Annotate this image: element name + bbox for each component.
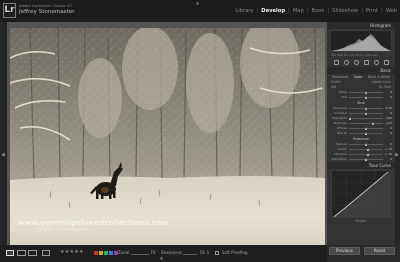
adjustment-brush-icon[interactable] [383, 60, 389, 65]
rating-stars[interactable]: ★★★★★ [60, 249, 84, 255]
identity-bar: ▲ Lr Adobe Lightroom Classic CC Jeffrey … [0, 0, 400, 22]
slider-track[interactable] [349, 132, 383, 135]
lightroom-logo: Lr [3, 3, 16, 18]
slider-handle[interactable] [364, 107, 367, 110]
slider-value[interactable]: 0 [390, 131, 392, 136]
slider-value[interactable]: 0 [390, 95, 392, 100]
slider-handle[interactable] [367, 153, 370, 156]
develop-right-panel: Histogram ISO 400 65 mm f/5.6 1/250 sec … [327, 22, 395, 245]
tone-curve-footer: Region [327, 219, 395, 224]
module-picker: Library | Develop | Map | Book | Slideshow | … [234, 8, 398, 14]
histogram[interactable] [330, 30, 392, 52]
slider-label: Tint [341, 95, 347, 99]
collapse-right-panel-icon[interactable]: ▶ [395, 152, 399, 158]
slider-track[interactable] [349, 153, 383, 156]
histogram-header[interactable]: Histogram [327, 22, 395, 29]
sharpness-value: Fill 1 [200, 250, 210, 255]
photo-dog-in-snowy-forest[interactable]: www.yarnridgebreedcollections.com Jeffre… [10, 28, 325, 260]
slider-handle[interactable] [367, 148, 370, 151]
slider-track[interactable] [349, 127, 383, 130]
bottom-toolbar: ★★★★★ Zoom Fit Sharpness Fill 1 Soft Pro… [0, 245, 327, 262]
spot-removal-icon[interactable] [343, 60, 349, 65]
loupe-view-button[interactable] [6, 250, 14, 256]
survey-button[interactable] [42, 250, 50, 256]
basic-header[interactable]: Basic [327, 67, 395, 74]
tone-curve-plot [332, 171, 390, 218]
slider-track[interactable] [349, 143, 383, 146]
previous-button[interactable]: Previous [329, 247, 360, 255]
slider-handle[interactable] [364, 143, 367, 146]
slider-handle[interactable] [364, 158, 367, 161]
module-slideshow[interactable]: Slideshow [331, 8, 359, 14]
slider-track[interactable] [349, 122, 383, 125]
image-canvas[interactable]: www.yarnridgebreedcollections.com Jeffre… [7, 22, 327, 260]
user-name: Jeffrey Stonemaster [19, 9, 75, 15]
slider-track[interactable] [349, 112, 383, 115]
left-panel-edge[interactable]: ◀ [0, 22, 7, 245]
slider-handle[interactable] [364, 91, 367, 94]
histogram-graph [331, 34, 391, 51]
reset-button[interactable]: Reset [364, 247, 395, 255]
right-panel-edge[interactable]: ▶ [395, 22, 400, 245]
tone-curve-graph[interactable] [331, 170, 391, 218]
color-label-swatch[interactable] [109, 251, 113, 255]
module-web[interactable]: Web [385, 8, 398, 14]
slider-label: Blacks [337, 131, 347, 135]
slider-track[interactable] [349, 148, 383, 151]
slider-label: Saturation [331, 157, 347, 161]
zoom-value: Fit [151, 250, 156, 255]
zoom-label: Zoom [118, 250, 130, 255]
soft-proofing-checkbox[interactable] [215, 251, 219, 255]
slider-tint[interactable]: Tint 0 [327, 95, 395, 100]
expand-filmstrip-icon[interactable]: ▼ [160, 256, 163, 261]
module-print[interactable]: Print [365, 8, 379, 14]
slider-handle[interactable] [364, 112, 367, 115]
before-after-button[interactable] [17, 250, 26, 256]
expand-left-panel-icon[interactable]: ◀ [1, 152, 5, 158]
slider-handle[interactable] [372, 122, 375, 125]
slider-track[interactable] [349, 91, 383, 94]
slider-handle[interactable] [364, 132, 367, 135]
slider-saturation[interactable]: Saturation 0 [327, 157, 395, 162]
module-library[interactable]: Library [234, 8, 254, 14]
color-label-swatch[interactable] [99, 251, 103, 255]
basic-sliders: Temp 0 Tint 0 Tone Exposure 0.00 Contrast 0 Highl… [327, 90, 395, 162]
slider-handle[interactable] [349, 117, 352, 120]
color-labels [94, 251, 118, 255]
graduated-filter-icon[interactable] [363, 60, 369, 65]
develop-button-row: Previous Reset [329, 247, 395, 255]
before-after-split-button[interactable] [28, 250, 37, 256]
tone-curve-region-label: Region [355, 219, 367, 223]
watermark-url: www.yarnridgebreedcollections.com [18, 219, 169, 227]
slider-handle[interactable] [364, 127, 367, 130]
module-develop[interactable]: Develop [260, 8, 286, 14]
sharpness-label: Sharpness [161, 250, 182, 255]
red-eye-icon[interactable] [353, 60, 359, 65]
crop-tool-icon[interactable] [333, 60, 339, 65]
sharpness-slider[interactable] [183, 254, 197, 255]
watermark-name: Jeffrey Stonemaster [38, 227, 88, 233]
soft-proofing-label: Soft Proofing [222, 250, 248, 255]
radial-filter-icon[interactable] [373, 60, 379, 65]
color-label-swatch[interactable] [104, 251, 108, 255]
tab-color[interactable]: Color [354, 74, 362, 80]
zoom-slider[interactable] [131, 254, 149, 255]
module-book[interactable]: Book [311, 8, 326, 14]
slider-track[interactable] [349, 158, 383, 161]
tool-strip [327, 58, 395, 67]
slider-track[interactable] [349, 107, 383, 110]
collapse-top-panel-icon[interactable]: ▲ [196, 0, 199, 5]
slider-blacks[interactable]: Blacks 0 [327, 131, 395, 136]
color-label-swatch[interactable] [94, 251, 98, 255]
catalog-name: Adobe Lightroom Classic CC [19, 4, 73, 8]
slider-track[interactable] [349, 117, 383, 120]
tone-curve-header[interactable]: Tone Curve [327, 162, 395, 169]
module-map[interactable]: Map [292, 8, 305, 14]
slider-handle[interactable] [364, 96, 367, 99]
slider-track[interactable] [349, 96, 383, 99]
slider-value[interactable]: 0 [390, 157, 392, 162]
